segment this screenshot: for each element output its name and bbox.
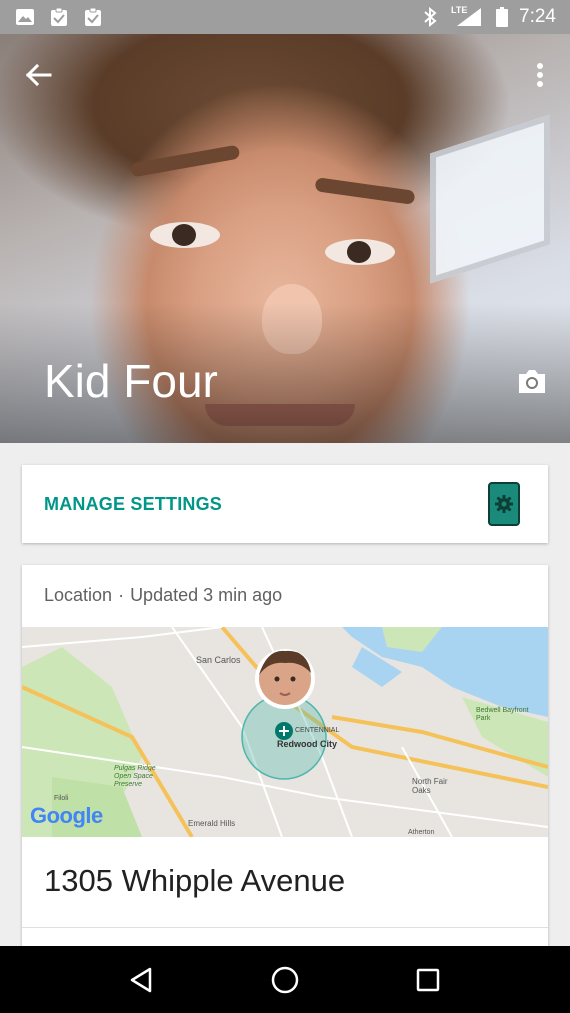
manage-settings-label[interactable]: MANAGE SETTINGS xyxy=(44,494,222,515)
map-label-emerald-hills: Emerald Hills xyxy=(188,819,236,828)
face-eye-right xyxy=(325,239,395,265)
map-label-centennial: CENTENNIAL xyxy=(295,727,340,734)
location-header: Location · Updated 3 min ago xyxy=(22,565,548,627)
background-window xyxy=(430,114,550,284)
clipboard-check-icon xyxy=(48,7,70,27)
camera-icon xyxy=(519,370,545,393)
arrow-back-icon xyxy=(25,63,52,87)
location-title: Location xyxy=(44,585,113,605)
nav-recents-button[interactable] xyxy=(408,960,448,1000)
location-card[interactable]: Location · Updated 3 min ago San Carlos … xyxy=(22,565,548,985)
profile-name: Kid Four xyxy=(44,355,218,407)
more-options-button[interactable] xyxy=(530,58,550,92)
circle-home-icon xyxy=(271,966,299,993)
square-recents-icon xyxy=(417,968,440,991)
face-brow-left xyxy=(129,144,241,178)
location-separator: · xyxy=(118,585,125,605)
signal-icon: LTE xyxy=(451,5,485,27)
divider xyxy=(22,927,548,928)
change-photo-button[interactable] xyxy=(516,367,548,395)
clipboard-check-icon xyxy=(82,7,104,27)
map-label-san-carlos: San Carlos xyxy=(196,655,241,665)
bluetooth-icon xyxy=(419,7,441,27)
status-bar: LTE 7:24 xyxy=(0,0,570,34)
location-address: 1305 Whipple Avenue xyxy=(44,863,346,898)
battery-icon xyxy=(495,7,509,27)
image-icon xyxy=(14,7,36,27)
google-logo: Google xyxy=(30,803,103,828)
map-label-atherton: Atherton xyxy=(408,829,435,836)
profile-header: Kid Four xyxy=(0,34,570,443)
location-map[interactable]: San Carlos Redwood City CENTENNIAL North… xyxy=(22,627,548,837)
map-label-filoli: Filoli xyxy=(54,795,69,802)
triangle-back-icon xyxy=(130,967,151,992)
location-updated: Updated 3 min ago xyxy=(130,585,283,605)
network-type-label: LTE xyxy=(451,5,468,15)
face-eye-left xyxy=(150,222,220,248)
manage-settings-card[interactable]: MANAGE SETTINGS xyxy=(22,465,548,543)
map-label-bedwell: Bedwell Bayfront Park xyxy=(476,707,529,722)
map-label-north-fair-oaks: North Fair Oaks xyxy=(412,777,448,795)
nav-back-button[interactable] xyxy=(122,960,162,1000)
phone-settings-icon xyxy=(488,482,520,526)
map-label-redwood-city: Redwood City xyxy=(277,739,337,749)
more-vert-icon xyxy=(537,63,543,87)
nav-home-button[interactable] xyxy=(265,960,305,1000)
map-label-pulgas-ridge: Pulgas Ridge Open Space Preserve xyxy=(114,765,156,788)
clock: 7:24 xyxy=(519,6,556,27)
face-brow-right xyxy=(314,177,416,205)
navigation-bar xyxy=(0,946,570,1013)
gear-icon xyxy=(495,495,513,513)
back-button[interactable] xyxy=(22,58,56,92)
